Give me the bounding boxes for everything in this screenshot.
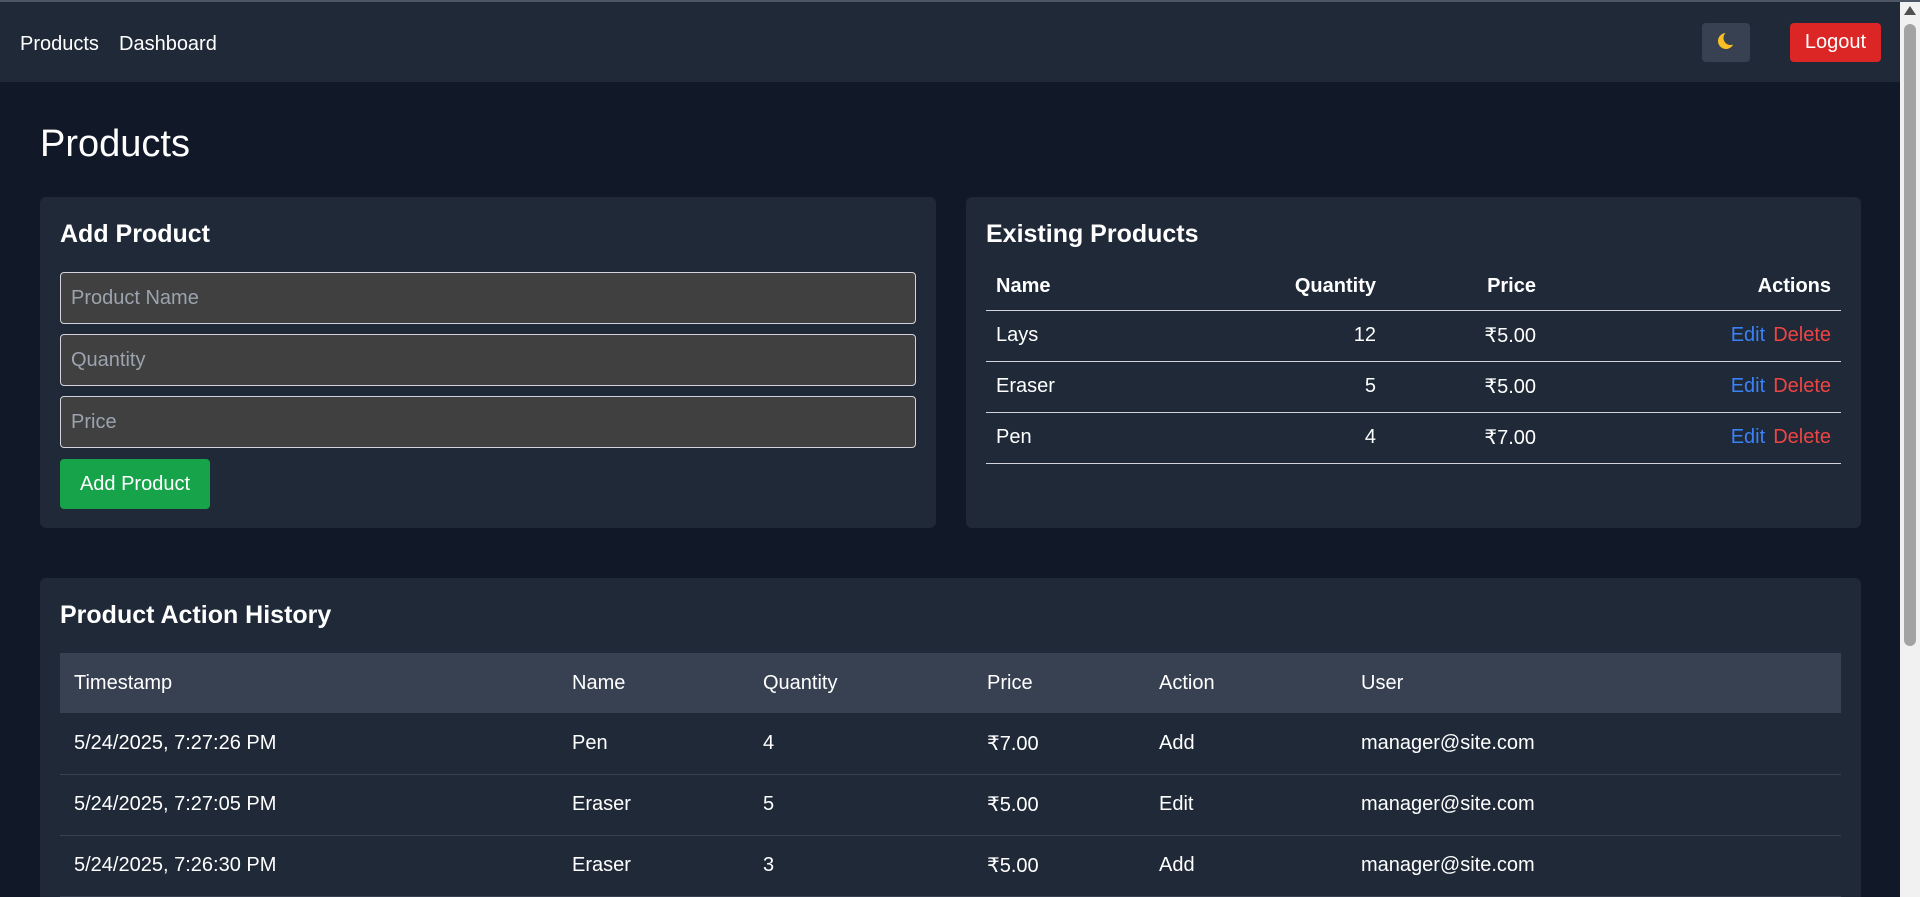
page-title: Products	[40, 123, 190, 165]
edit-link[interactable]: Edit	[1731, 375, 1765, 397]
row-actions: Edit Delete	[1546, 361, 1841, 413]
product-price: ₹5.00	[1386, 361, 1546, 413]
history-timestamp: 5/24/2025, 7:27:26 PM	[60, 713, 558, 775]
history-header-row: Timestamp Name Quantity Price Action Use…	[60, 653, 1841, 713]
column-header-name: Name	[986, 263, 1226, 311]
logout-button[interactable]: Logout	[1790, 23, 1881, 62]
table-row: Lays 12 ₹5.00 Edit Delete	[986, 310, 1841, 362]
history-price: ₹7.00	[973, 713, 1145, 775]
product-quantity: 4	[1226, 412, 1386, 464]
history-row: 5/24/2025, 7:27:05 PM Eraser 5 ₹5.00 Edi…	[60, 774, 1841, 836]
history-action: Edit	[1145, 774, 1347, 836]
theme-toggle-button[interactable]	[1702, 23, 1750, 62]
delete-link[interactable]: Delete	[1773, 375, 1831, 397]
history-column-timestamp: Timestamp	[74, 671, 173, 694]
history-action: Add	[1145, 835, 1347, 897]
existing-products-card: Existing Products Name Quantity Price Ac…	[966, 197, 1861, 528]
history-timestamp: 5/24/2025, 7:27:05 PM	[60, 774, 558, 836]
product-name: Pen	[986, 412, 1226, 464]
table-row: Pen 4 ₹7.00 Edit Delete	[986, 412, 1841, 464]
edit-link[interactable]: Edit	[1731, 324, 1765, 346]
column-header-actions: Actions	[1546, 263, 1841, 311]
column-header-price: Price	[1386, 263, 1546, 311]
history-column-user: User	[1361, 671, 1404, 694]
history-column-quantity: Quantity	[763, 671, 838, 694]
scroll-up-arrow-icon[interactable]	[1904, 6, 1916, 15]
table-header-row: Name Quantity Price Actions	[986, 263, 1841, 311]
table-row: Eraser 5 ₹5.00 Edit Delete	[986, 361, 1841, 413]
history-action: Add	[1145, 713, 1347, 775]
product-price: ₹5.00	[1386, 310, 1546, 362]
history-column-action: Action	[1159, 671, 1215, 694]
history-price: ₹5.00	[973, 774, 1145, 836]
existing-products-table: Name Quantity Price Actions Lays 12 ₹5.0…	[986, 263, 1841, 464]
history-column-price: Price	[987, 671, 1033, 694]
moon-icon	[1716, 31, 1738, 54]
column-header-quantity: Quantity	[1226, 263, 1386, 311]
product-price: ₹7.00	[1386, 412, 1546, 464]
history-name: Eraser	[558, 774, 749, 836]
history-table: Timestamp Name Quantity Price Action Use…	[60, 653, 1841, 897]
history-quantity: 3	[749, 835, 973, 897]
product-name: Lays	[986, 310, 1226, 362]
add-product-card: Add Product Add Product	[40, 197, 936, 528]
history-name: Pen	[558, 713, 749, 775]
history-name: Eraser	[558, 835, 749, 897]
product-name-input[interactable]	[60, 272, 916, 324]
price-input[interactable]	[60, 396, 916, 448]
nav-link-dashboard[interactable]: Dashboard	[119, 32, 217, 56]
history-price: ₹5.00	[973, 835, 1145, 897]
history-column-name: Name	[572, 671, 626, 694]
add-product-button[interactable]: Add Product	[60, 459, 210, 509]
product-action-history-card: Product Action History Timestamp Name Qu…	[40, 578, 1861, 897]
edit-link[interactable]: Edit	[1731, 426, 1765, 448]
nav-link-products[interactable]: Products	[20, 32, 99, 56]
delete-link[interactable]: Delete	[1773, 426, 1831, 448]
history-row: 5/24/2025, 7:26:30 PM Eraser 3 ₹5.00 Add…	[60, 835, 1841, 897]
history-title: Product Action History	[60, 601, 332, 629]
delete-link[interactable]: Delete	[1773, 324, 1831, 346]
page-scrollbar[interactable]	[1900, 2, 1920, 897]
product-quantity: 5	[1226, 361, 1386, 413]
row-actions: Edit Delete	[1546, 412, 1841, 464]
history-user: manager@site.com	[1347, 774, 1841, 836]
quantity-input[interactable]	[60, 334, 916, 386]
history-user: manager@site.com	[1347, 713, 1841, 775]
product-name: Eraser	[986, 361, 1226, 413]
product-quantity: 12	[1226, 310, 1386, 362]
history-timestamp: 5/24/2025, 7:26:30 PM	[60, 835, 558, 897]
existing-products-title: Existing Products	[986, 220, 1199, 248]
row-actions: Edit Delete	[1546, 310, 1841, 362]
history-row: 5/24/2025, 7:27:26 PM Pen 4 ₹7.00 Add ma…	[60, 713, 1841, 775]
history-quantity: 5	[749, 774, 973, 836]
history-user: manager@site.com	[1347, 835, 1841, 897]
scroll-thumb[interactable]	[1904, 24, 1916, 646]
add-product-title: Add Product	[60, 220, 210, 248]
history-quantity: 4	[749, 713, 973, 775]
top-navbar: Products Dashboard Logout	[0, 2, 1900, 82]
